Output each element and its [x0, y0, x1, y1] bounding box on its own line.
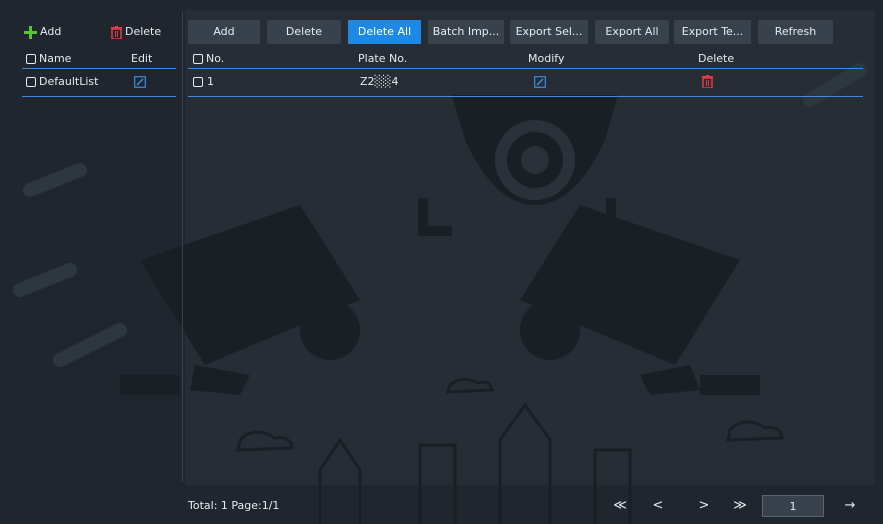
- export-selected-button[interactable]: Export Sel...: [510, 20, 588, 44]
- export-template-button[interactable]: Export Te...: [674, 20, 751, 44]
- next-page-button[interactable]: >: [692, 495, 716, 517]
- edit-icon[interactable]: [134, 76, 146, 88]
- row-checkbox[interactable]: [193, 77, 203, 87]
- modify-icon[interactable]: [534, 76, 546, 88]
- select-all-plates-checkbox[interactable]: [193, 54, 203, 64]
- export-all-button[interactable]: Export All: [595, 20, 669, 44]
- list-item-name: DefaultList: [39, 75, 99, 88]
- delete-plate-button[interactable]: Delete: [267, 20, 341, 44]
- add-plate-button[interactable]: Add: [188, 20, 260, 44]
- delete-list-label: Delete: [125, 25, 162, 38]
- name-column-header: Name: [39, 52, 72, 65]
- select-all-lists-checkbox[interactable]: [26, 54, 36, 64]
- table-row[interactable]: 1 Z2░░4: [188, 72, 863, 94]
- left-row-underline: [22, 96, 176, 97]
- refresh-button[interactable]: Refresh: [758, 20, 833, 44]
- row-number: 1: [207, 75, 214, 88]
- row-plate-number: Z2░░4: [360, 75, 399, 88]
- table-row-underline: [188, 96, 863, 97]
- last-page-button[interactable]: ≫: [726, 495, 754, 517]
- edit-column-header: Edit: [131, 52, 153, 65]
- no-column-header: No.: [206, 52, 225, 65]
- add-icon: [24, 26, 37, 39]
- left-header-underline: [22, 68, 176, 69]
- delete-column-header: Delete: [698, 52, 735, 65]
- panel-divider: [182, 12, 183, 482]
- trash-icon: [111, 26, 122, 39]
- page-number-input[interactable]: 1: [762, 495, 824, 517]
- list-item[interactable]: DefaultList: [22, 72, 176, 94]
- table-header-underline: [188, 68, 863, 69]
- total-page-info: Total: 1 Page:1/1: [188, 499, 280, 512]
- prev-page-button[interactable]: <: [646, 495, 670, 517]
- delete-row-icon[interactable]: [702, 75, 713, 88]
- delete-all-button[interactable]: Delete All: [348, 20, 421, 44]
- plate-column-header: Plate No.: [358, 52, 408, 65]
- list-item-checkbox[interactable]: [26, 77, 36, 87]
- first-page-button[interactable]: ≪: [606, 495, 634, 517]
- go-page-button[interactable]: →: [838, 495, 862, 517]
- modify-column-header: Modify: [528, 52, 565, 65]
- batch-import-button[interactable]: Batch Imp...: [428, 20, 504, 44]
- add-list-label: Add: [40, 25, 62, 38]
